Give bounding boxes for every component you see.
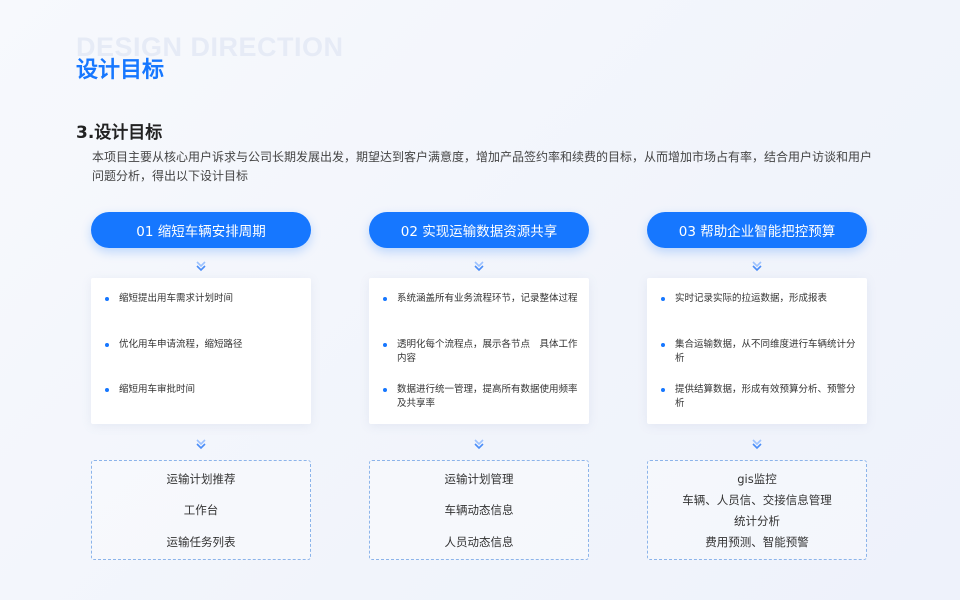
double-chevron-down-icon <box>195 260 207 272</box>
bullet-dot-icon <box>105 388 109 392</box>
module-item: 车辆、人员信、交接信息管理 <box>682 493 832 507</box>
list-item: 缩短用车审批时间 <box>105 383 300 397</box>
list-item: 实时记录实际的拉运数据，形成报表 <box>661 292 856 306</box>
section-title: 3.设计目标 <box>76 123 163 143</box>
module-item: 人员动态信息 <box>444 535 514 549</box>
list-item: 数据进行统一管理，提高所有数据使用频率及共享率 <box>383 383 578 411</box>
bullet-dot-icon <box>383 343 387 347</box>
module-item: 工作台 <box>183 503 219 517</box>
bullet-dot-icon <box>383 297 387 301</box>
goal-title-pill: 01 缩短车辆安排周期 <box>91 212 311 248</box>
goal-detail-card: 系统涵盖所有业务流程环节，记录整体过程 透明化每个流程点，展示各节点 具体工作内… <box>369 278 589 424</box>
page-title: 设计目标 <box>76 58 165 83</box>
module-item: gis监控 <box>737 472 777 486</box>
bullet-dot-icon <box>383 388 387 392</box>
module-item: 费用预测、智能预警 <box>705 535 809 549</box>
intro-paragraph: 本项目主要从核心用户诉求与公司长期发展出发，期望达到客户满意度，增加产品签约率和… <box>92 150 873 183</box>
list-item: 系统涵盖所有业务流程环节，记录整体过程 <box>383 292 578 306</box>
double-chevron-down-icon <box>195 438 207 450</box>
double-chevron-down-icon <box>473 438 485 450</box>
module-box: gis监控 车辆、人员信、交接信息管理 统计分析 费用预测、智能预警 <box>647 460 867 560</box>
goal-title-pill: 03 帮助企业智能把控预算 <box>647 212 867 248</box>
goal-detail-card: 缩短提出用车需求计划时间 优化用车申请流程，缩短路径 缩短用车审批时间 <box>91 278 311 424</box>
module-item: 运输计划推荐 <box>166 472 236 486</box>
list-item: 提供结算数据，形成有效预算分析、预警分析 <box>661 383 856 411</box>
module-box: 运输计划推荐 工作台 运输任务列表 <box>91 460 311 560</box>
list-item: 缩短提出用车需求计划时间 <box>105 292 300 306</box>
bullet-dot-icon <box>661 388 665 392</box>
bullet-dot-icon <box>105 297 109 301</box>
bullet-dot-icon <box>661 297 665 301</box>
module-item: 运输计划管理 <box>444 472 514 486</box>
module-item: 统计分析 <box>734 514 780 528</box>
double-chevron-down-icon <box>751 438 763 450</box>
double-chevron-down-icon <box>473 260 485 272</box>
list-item: 优化用车申请流程，缩短路径 <box>105 338 300 352</box>
goal-title-pill: 02 实现运输数据资源共享 <box>369 212 589 248</box>
module-box: 运输计划管理 车辆动态信息 人员动态信息 <box>369 460 589 560</box>
bullet-dot-icon <box>105 343 109 347</box>
module-item: 运输任务列表 <box>166 535 236 549</box>
goal-detail-card: 实时记录实际的拉运数据，形成报表 集合运输数据，从不同维度进行车辆统计分析 提供… <box>647 278 867 424</box>
module-item: 车辆动态信息 <box>444 503 514 517</box>
list-item: 集合运输数据，从不同维度进行车辆统计分析 <box>661 338 856 366</box>
bullet-dot-icon <box>661 343 665 347</box>
list-item: 透明化每个流程点，展示各节点 具体工作内容 <box>383 338 578 366</box>
double-chevron-down-icon <box>751 260 763 272</box>
